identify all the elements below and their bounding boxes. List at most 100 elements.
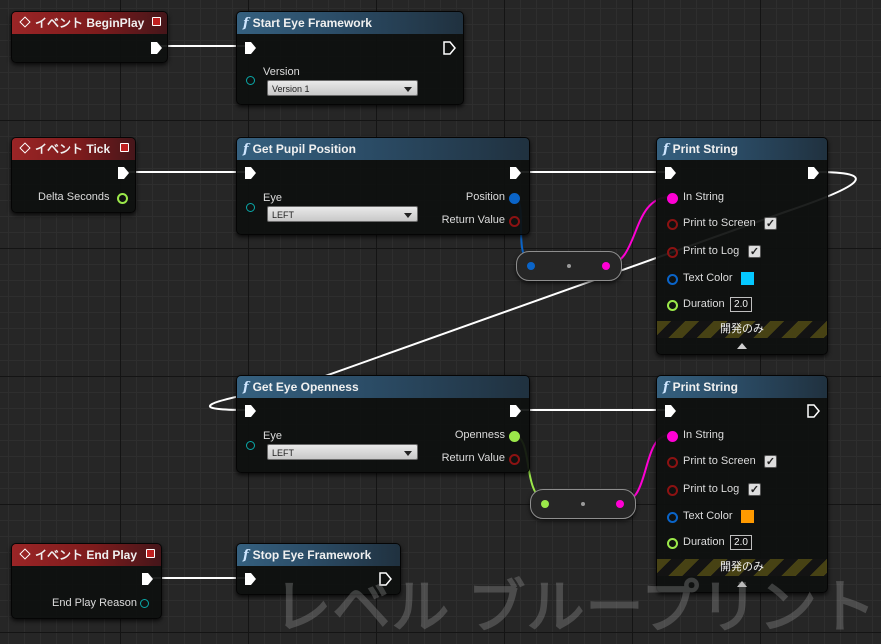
exec-out-pin[interactable] [140, 572, 154, 586]
node-header[interactable]: f Get Eye Openness [237, 376, 529, 398]
openness-label: Openness [454, 429, 505, 441]
exec-out-pin[interactable] [806, 166, 820, 180]
chevron-down-icon [404, 451, 412, 456]
position-label: Position [465, 191, 505, 203]
dropdown-value: LEFT [272, 448, 295, 458]
node-header[interactable]: f Print String [657, 138, 827, 160]
version-dropdown[interactable]: Version 1 [267, 80, 418, 96]
duration-input[interactable]: 2.0 [730, 297, 752, 312]
duration-pin[interactable] [667, 300, 678, 311]
exec-in-pin[interactable] [243, 41, 257, 55]
delta-seconds-pin[interactable] [117, 193, 128, 204]
eye-pin[interactable] [246, 203, 255, 212]
chevron-down-icon [404, 87, 412, 92]
duration-pin[interactable] [667, 538, 678, 549]
eye-dropdown[interactable]: LEFT [267, 206, 418, 222]
function-icon: f [663, 142, 669, 157]
node-header[interactable]: f Print String [657, 376, 827, 398]
eye-label: Eye [263, 192, 282, 204]
dropdown-value: Version 1 [272, 84, 310, 94]
version-label: Version [263, 66, 300, 78]
print-string-node-1[interactable]: f Print String In String Print to Screen … [656, 137, 828, 355]
print-to-log-pin[interactable] [667, 247, 678, 258]
return-value-pin[interactable] [509, 454, 520, 465]
node-header[interactable]: f Start Eye Framework [237, 12, 463, 34]
text-color-swatch[interactable] [740, 271, 755, 286]
conversion-node-float-to-string[interactable] [530, 489, 636, 519]
exec-in-pin[interactable] [663, 166, 677, 180]
return-value-pin[interactable] [509, 216, 520, 227]
text-color-pin[interactable] [667, 274, 678, 285]
float-in-pin[interactable] [541, 500, 549, 508]
print-to-log-checkbox[interactable]: ✓ [748, 483, 761, 496]
get-eye-openness-node[interactable]: f Get Eye Openness Eye LEFT Openness Retu… [236, 375, 530, 473]
eye-dropdown[interactable]: LEFT [267, 444, 418, 460]
in-string-pin[interactable] [667, 193, 678, 204]
print-to-screen-pin[interactable] [667, 219, 678, 230]
delegate-pin-icon[interactable] [120, 143, 129, 152]
exec-out-pin[interactable] [116, 166, 130, 180]
exec-in-pin[interactable] [243, 404, 257, 418]
print-to-log-pin[interactable] [667, 485, 678, 496]
delegate-pin-icon[interactable] [146, 549, 155, 558]
node-header[interactable]: イベント End Play [12, 544, 161, 566]
print-to-screen-label: Print to Screen [683, 455, 756, 467]
duration-label: Duration [683, 298, 725, 310]
exec-out-pin[interactable] [508, 166, 522, 180]
print-to-screen-pin[interactable] [667, 457, 678, 468]
print-to-screen-checkbox[interactable]: ✓ [764, 217, 777, 230]
vector-in-pin[interactable] [527, 262, 535, 270]
end-play-reason-label: End Play Reason [52, 597, 137, 609]
openness-pin[interactable] [509, 431, 520, 442]
collapse-arrow-icon[interactable] [737, 343, 747, 349]
eye-label: Eye [263, 430, 282, 442]
node-title: Start Eye Framework [252, 16, 372, 30]
position-pin[interactable] [509, 193, 520, 204]
exec-out-pin[interactable] [806, 404, 820, 418]
event-endplay-node[interactable]: イベント End Play End Play Reason [11, 543, 162, 619]
exec-in-pin[interactable] [663, 404, 677, 418]
in-string-label: In String [683, 191, 724, 203]
function-icon: f [243, 16, 249, 31]
conversion-node-vector-to-string[interactable] [516, 251, 622, 281]
eye-pin[interactable] [246, 441, 255, 450]
print-to-log-checkbox[interactable]: ✓ [748, 245, 761, 258]
delegate-pin-icon[interactable] [152, 17, 161, 26]
exec-out-pin[interactable] [442, 41, 456, 55]
in-string-pin[interactable] [667, 431, 678, 442]
exec-in-pin[interactable] [243, 166, 257, 180]
string-out-pin[interactable] [602, 262, 610, 270]
exec-out-pin[interactable] [149, 41, 163, 55]
text-color-pin[interactable] [667, 512, 678, 523]
end-play-reason-pin[interactable] [140, 599, 149, 608]
return-value-label: Return Value [441, 214, 505, 226]
conversion-dot-icon [581, 502, 585, 506]
node-header[interactable]: イベント Tick [12, 138, 135, 160]
function-icon: f [663, 380, 669, 395]
node-header[interactable]: f Get Pupil Position [237, 138, 529, 160]
start-eye-framework-node[interactable]: f Start Eye Framework Version Version 1 [236, 11, 464, 105]
text-color-swatch[interactable] [740, 509, 755, 524]
print-to-log-label: Print to Log [683, 245, 740, 257]
duration-label: Duration [683, 536, 725, 548]
version-pin[interactable] [246, 76, 255, 85]
node-title: Print String [672, 142, 738, 156]
exec-out-pin[interactable] [508, 404, 522, 418]
text-color-label: Text Color [683, 510, 733, 522]
get-pupil-position-node[interactable]: f Get Pupil Position Eye LEFT Position Re… [236, 137, 530, 235]
function-icon: f [243, 142, 249, 157]
node-header[interactable]: イベント BeginPlay [12, 12, 167, 34]
print-to-screen-label: Print to Screen [683, 217, 756, 229]
string-out-pin[interactable] [616, 500, 624, 508]
node-title: Print String [672, 380, 738, 394]
conversion-dot-icon [567, 264, 571, 268]
chevron-down-icon [404, 213, 412, 218]
event-diamond-icon [19, 16, 31, 28]
exec-in-pin[interactable] [243, 572, 257, 586]
print-to-screen-checkbox[interactable]: ✓ [764, 455, 777, 468]
event-tick-node[interactable]: イベント Tick Delta Seconds [11, 137, 136, 213]
node-title: Get Eye Openness [252, 380, 359, 394]
delta-seconds-label: Delta Seconds [38, 191, 110, 203]
event-beginplay-node[interactable]: イベント BeginPlay [11, 11, 168, 63]
duration-input[interactable]: 2.0 [730, 535, 752, 550]
